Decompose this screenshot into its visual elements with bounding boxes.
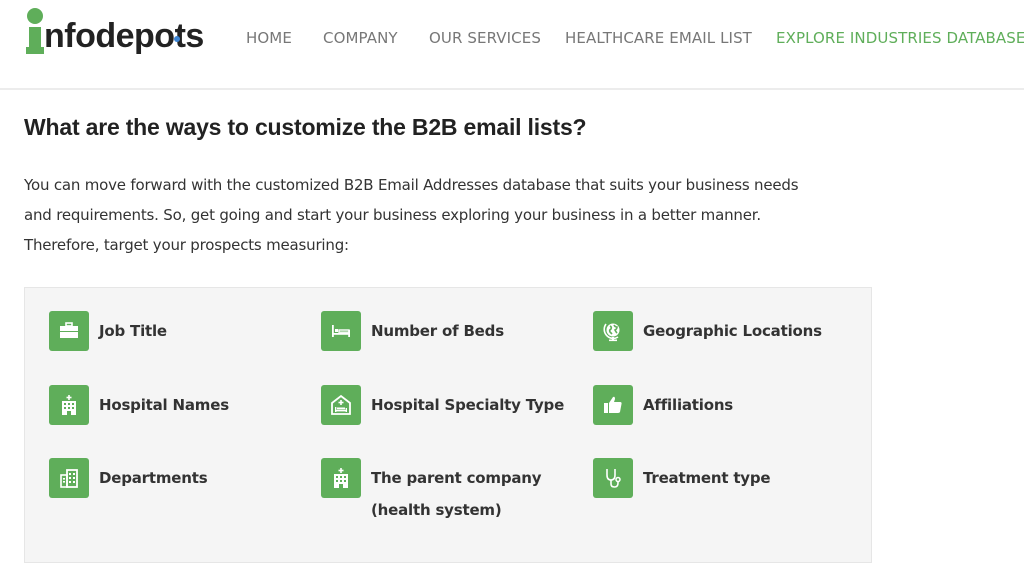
- intro-line: and requirements. So, get going and star…: [24, 206, 761, 224]
- globe-icon: [593, 311, 633, 351]
- feature-job-title: Job Title: [49, 311, 167, 351]
- hospital-bed-icon: [321, 385, 361, 425]
- site-header: nfodepots HOME COMPANY OUR SERVICES HEAL…: [0, 0, 1024, 90]
- stethoscope-icon: [593, 458, 633, 498]
- bed-icon: [321, 311, 361, 351]
- nav-company[interactable]: COMPANY: [323, 29, 398, 47]
- feature-label: Hospital Specialty Type: [371, 396, 565, 414]
- intro-line: You can move forward with the customized…: [24, 176, 799, 194]
- nav-home[interactable]: HOME: [246, 29, 292, 47]
- intro-paragraph: You can move forward with the customized…: [24, 170, 884, 260]
- feature-label-line: The parent company: [371, 469, 542, 487]
- features-box: Job Title Number of Beds Geographic Loca…: [24, 287, 872, 563]
- logo[interactable]: nfodepots: [26, 8, 204, 58]
- logo-blue-dot: [174, 36, 180, 42]
- feature-hospital-specialty-type: Hospital Specialty Type: [321, 385, 564, 425]
- logo-text: nfodepots: [44, 17, 204, 55]
- nav-our-services[interactable]: OUR SERVICES: [429, 29, 541, 47]
- feature-label: Affiliations: [643, 396, 734, 414]
- briefcase-icon: [49, 311, 89, 351]
- feature-label: Departments: [99, 469, 208, 487]
- logo-i-mark: [26, 8, 44, 58]
- feature-label: Geographic Locations: [643, 322, 822, 340]
- building-icon: [49, 458, 89, 498]
- hospital-icon: [49, 385, 89, 425]
- intro-line: Therefore, target your prospects measuri…: [24, 236, 349, 254]
- hospital-icon: [321, 458, 361, 498]
- feature-number-of-beds: Number of Beds: [321, 311, 504, 351]
- nav-healthcare-email-list[interactable]: HEALTHCARE EMAIL LIST: [565, 29, 752, 47]
- feature-treatment-type: Treatment type: [593, 458, 771, 498]
- feature-departments: Departments: [49, 458, 208, 498]
- feature-parent-company: The parent company (health system): [321, 458, 542, 524]
- feature-affiliations: Affiliations: [593, 385, 733, 425]
- feature-label: Job Title: [99, 322, 167, 340]
- feature-label: Hospital Names: [99, 396, 229, 414]
- feature-hospital-names: Hospital Names: [49, 385, 229, 425]
- thumbs-up-icon: [593, 385, 633, 425]
- page-heading: What are the ways to customize the B2B e…: [24, 114, 587, 140]
- feature-label-line: (health system): [371, 501, 502, 519]
- nav-explore-industries-database[interactable]: EXPLORE INDUSTRIES DATABASE: [776, 29, 1024, 47]
- feature-geographic-locations: Geographic Locations: [593, 311, 822, 351]
- feature-label: The parent company (health system): [371, 464, 542, 524]
- feature-label: Number of Beds: [371, 322, 504, 340]
- feature-label: Treatment type: [643, 469, 771, 487]
